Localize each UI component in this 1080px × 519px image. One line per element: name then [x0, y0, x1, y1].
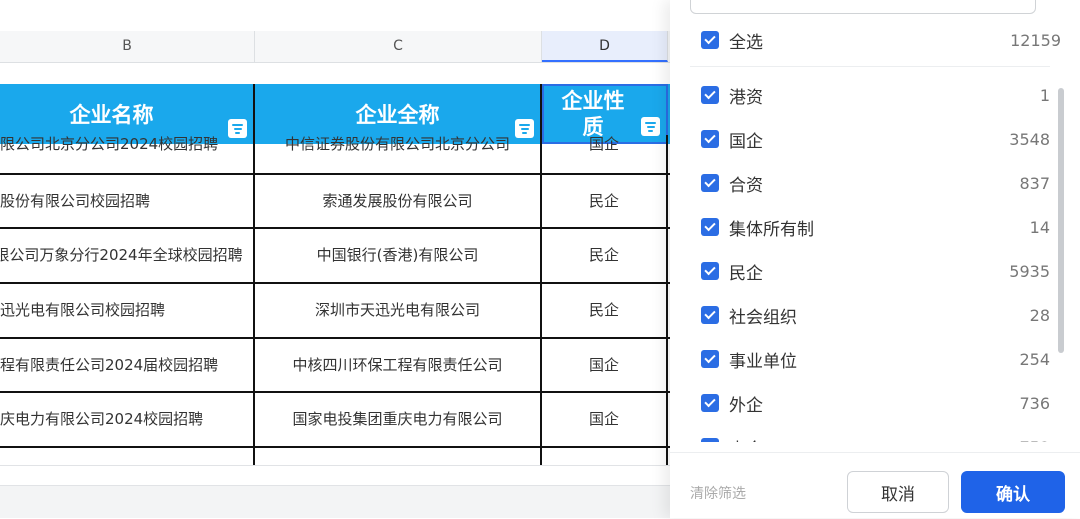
option-label: 央企 [729, 435, 1019, 443]
filter-footer: 清除筛选 取消 确认 [670, 452, 1080, 519]
option-label: 社会组织 [729, 307, 797, 328]
filter-icon[interactable] [641, 117, 660, 136]
cancel-button[interactable]: 取消 [847, 471, 949, 513]
checkbox-checked-icon[interactable] [701, 394, 719, 412]
divider [690, 66, 1050, 67]
cell-company-name[interactable]: 限公司万象分行2024年全球校园招聘 [0, 229, 255, 282]
filter-option[interactable]: 港资 1 [701, 83, 1050, 108]
header-label: 企业全称 [355, 103, 440, 127]
vertical-scrollbar[interactable] [1058, 88, 1064, 353]
table-row[interactable]: 限公司万象分行2024年全球校园招聘 中国银行(香港)有限公司 民企 [0, 229, 670, 284]
option-label: 民企 [729, 263, 763, 284]
cell-company-name[interactable]: 程有限责任公司2024届校园招聘 [0, 339, 255, 391]
checkbox-checked-icon[interactable] [701, 174, 719, 192]
checkbox-checked-icon[interactable] [701, 438, 719, 442]
cell-company-name[interactable]: 股份有限公司校园招聘 [0, 175, 255, 227]
option-label: 合资 [729, 175, 763, 196]
column-header-bar: B C D [0, 31, 670, 63]
checkbox-checked-icon[interactable] [701, 262, 719, 280]
checkbox-checked-icon[interactable] [701, 306, 719, 324]
option-label: 集体所有制 [729, 219, 814, 240]
option-count: 3548 [1009, 129, 1050, 149]
option-count: 28 [1029, 305, 1050, 325]
column-header-b[interactable]: B [0, 31, 255, 62]
filter-option-list[interactable]: 港资 1 国企 3548 合资 837 集体所有制 14 民企 5935 社会组… [670, 80, 1080, 442]
clear-filter-link[interactable]: 清除筛选 [690, 483, 746, 503]
filter-option[interactable]: 央企 752 [701, 435, 1050, 442]
option-label: 事业单位 [729, 351, 797, 372]
cell-company-type[interactable]: 国企 [542, 135, 668, 173]
cell-company-type[interactable]: 国企 [542, 393, 668, 446]
option-label: 全选 [729, 32, 763, 53]
table-row[interactable]: 限公司北京分公司2024校园招聘 中信证券股份有限公司北京分公司 国企 [0, 135, 670, 175]
confirm-button[interactable]: 确认 [961, 471, 1065, 513]
cell-company-type[interactable]: 民企 [542, 229, 668, 282]
table-row[interactable]: 股份有限公司校园招聘 索通发展股份有限公司 民企 [0, 175, 670, 229]
filter-option[interactable]: 国企 3548 [701, 127, 1050, 152]
select-all-option[interactable]: 全选 12159 [701, 28, 1061, 53]
option-count: 1 [1039, 85, 1050, 105]
checkbox-checked-icon[interactable] [701, 31, 719, 49]
cell-company-type[interactable]: 国企 [542, 339, 668, 391]
filter-option[interactable]: 集体所有制 14 [701, 215, 1050, 240]
filter-panel: 全选 12159 港资 1 国企 3548 合资 837 集体所有制 14 民企… [670, 0, 1080, 518]
option-count: 5935 [1009, 261, 1050, 281]
filter-option[interactable]: 民企 5935 [701, 259, 1050, 284]
option-label: 外企 [729, 395, 763, 416]
filter-option[interactable]: 社会组织 28 [701, 303, 1050, 328]
filter-option[interactable]: 事业单位 254 [701, 347, 1050, 372]
table-row[interactable]: 迅光电有限公司校园招聘 深圳市天迅光电有限公司 民企 [0, 284, 670, 339]
column-header-c[interactable]: C [255, 31, 542, 62]
cell-company-name[interactable]: 庆电力有限公司2024校园招聘 [0, 393, 255, 446]
table-row[interactable]: 庆电力有限公司2024校园招聘 国家电投集团重庆电力有限公司 国企 [0, 393, 670, 448]
option-label: 国企 [729, 131, 763, 152]
cell-full-name[interactable]: 索通发展股份有限公司 [255, 175, 542, 227]
filter-search[interactable] [690, 0, 1036, 14]
cell-full-name[interactable]: 中信证券股份有限公司北京分公司 [255, 135, 542, 173]
option-count: 752 [1019, 438, 1050, 443]
cell-company-type[interactable]: 民企 [542, 175, 668, 227]
option-label: 港资 [729, 87, 763, 108]
option-count: 254 [1019, 349, 1050, 369]
sheet-bottom-bar [0, 485, 670, 518]
option-count: 736 [1019, 393, 1050, 413]
option-count: 12159 [1010, 30, 1061, 50]
checkbox-checked-icon[interactable] [701, 86, 719, 104]
cell-full-name[interactable]: 国家电投集团重庆电力有限公司 [255, 393, 542, 446]
checkbox-checked-icon[interactable] [701, 350, 719, 368]
spreadsheet: B C D 企业名称 企业全称 企业性 质 限公司北京分公司2024校园招聘 中… [0, 0, 670, 518]
option-count: 837 [1019, 173, 1050, 193]
checkbox-checked-icon[interactable] [701, 130, 719, 148]
cell-company-type[interactable]: 民企 [542, 284, 668, 337]
horizontal-scrollbar[interactable] [0, 465, 670, 486]
cell-full-name[interactable]: 深圳市天迅光电有限公司 [255, 284, 542, 337]
cell-full-name[interactable]: 中核四川环保工程有限责任公司 [255, 339, 542, 391]
cell-company-name[interactable]: 迅光电有限公司校园招聘 [0, 284, 255, 337]
table-row[interactable]: 程有限责任公司2024届校园招聘 中核四川环保工程有限责任公司 国企 [0, 339, 670, 393]
header-label: 企业名称 [69, 103, 154, 127]
cell-full-name[interactable]: 中国银行(香港)有限公司 [255, 229, 542, 282]
column-header-d[interactable]: D [542, 31, 668, 62]
header-label-line1: 企业性 [561, 89, 625, 113]
option-count: 14 [1029, 217, 1050, 237]
checkbox-checked-icon[interactable] [701, 218, 719, 236]
cell-company-name[interactable]: 限公司北京分公司2024校园招聘 [0, 135, 255, 173]
filter-option[interactable]: 合资 837 [701, 171, 1050, 196]
filter-option[interactable]: 外企 736 [701, 391, 1050, 416]
